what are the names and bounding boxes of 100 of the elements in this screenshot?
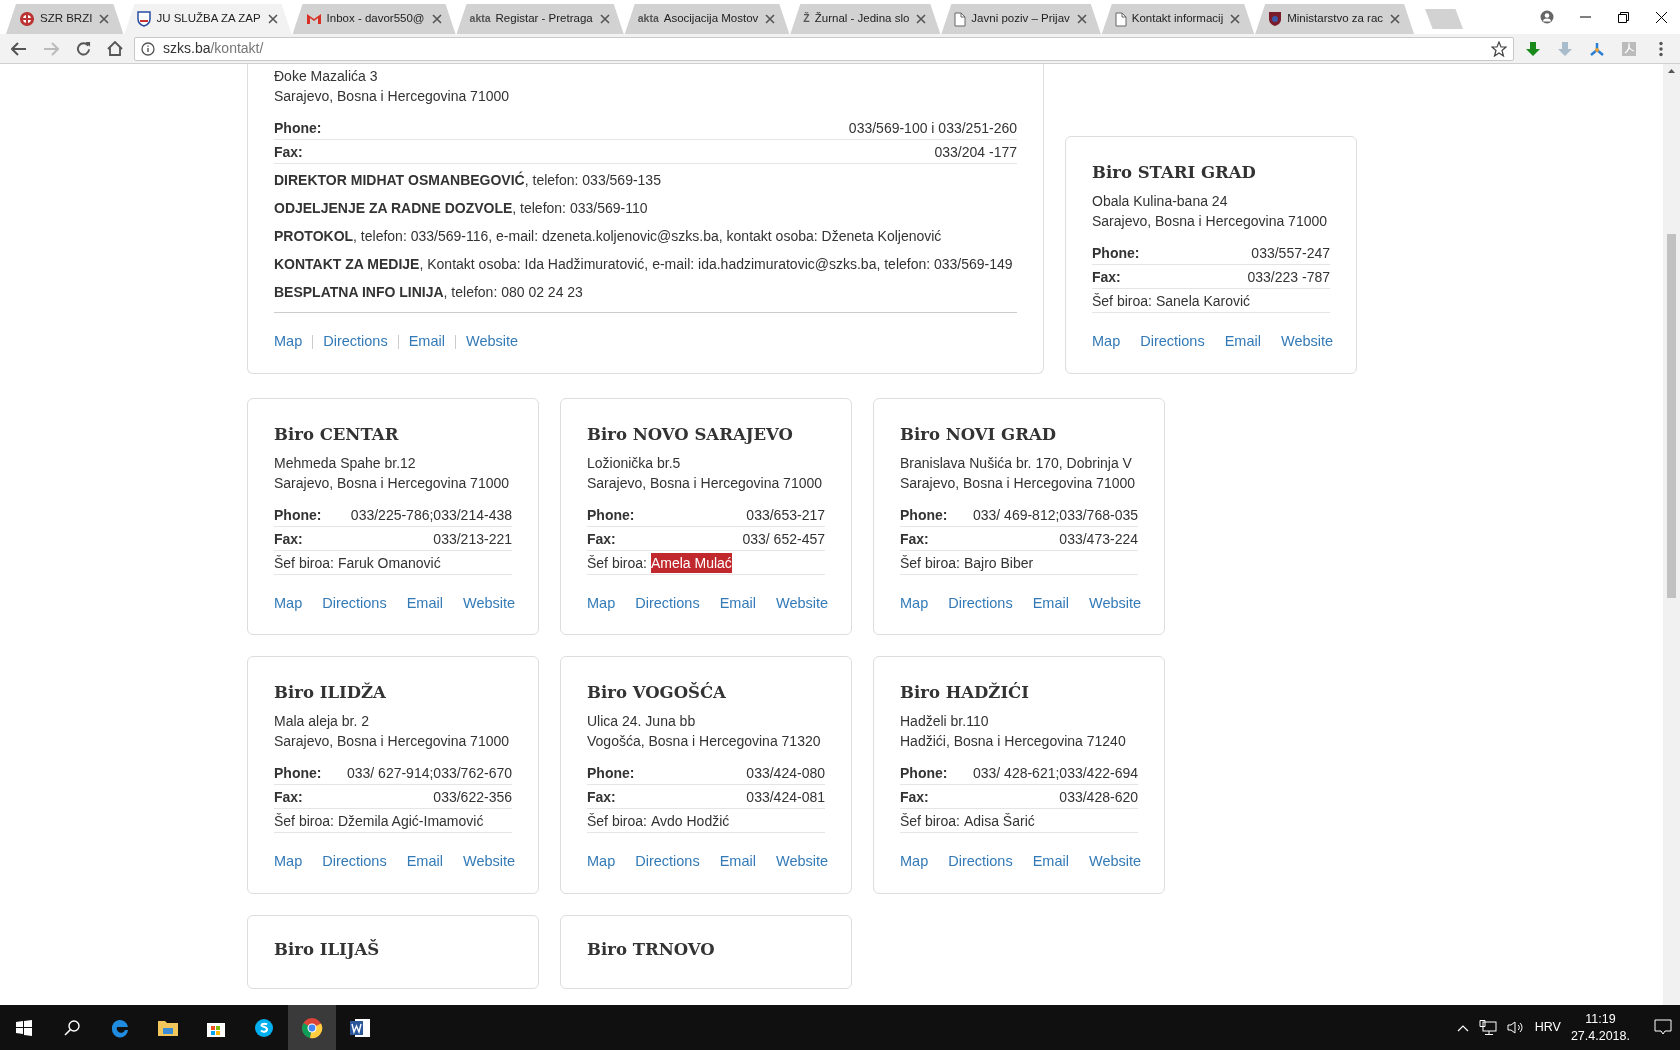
favicon-letters: akta xyxy=(637,11,659,27)
manager-label: Šef biroa: xyxy=(587,812,647,832)
browser-tab[interactable]: akta Registar - Pretraga xyxy=(456,4,624,34)
chrome-icon[interactable] xyxy=(288,1005,336,1050)
address-line: Sarajevo, Bosna i Hercegovina 71000 xyxy=(900,473,1137,493)
browser-tab[interactable]: Inbox - davor550@ xyxy=(292,4,456,34)
emblem-icon xyxy=(19,11,35,27)
card-link[interactable]: Email xyxy=(1224,330,1261,353)
card-link[interactable]: Map xyxy=(587,851,616,873)
address-line: Sarajevo, Bosna i Hercegovina 71000 xyxy=(274,87,511,106)
windows-logo-icon[interactable] xyxy=(16,1019,32,1036)
restore-icon[interactable] xyxy=(1617,11,1629,23)
card-link[interactable]: Website xyxy=(462,851,516,873)
fax-number: 033/ 652-457 xyxy=(742,529,825,549)
card-link[interactable]: Map xyxy=(587,592,616,615)
card-link[interactable]: Email xyxy=(719,592,756,615)
manager-label: Šef biroa: xyxy=(1092,291,1152,311)
card-link[interactable]: Email xyxy=(1032,592,1069,615)
chevron-up-icon[interactable] xyxy=(1456,1023,1469,1032)
card-link[interactable]: Map xyxy=(274,331,303,353)
office-title: Biro CENTAR xyxy=(274,424,400,445)
manager-name: Adisa Šarić xyxy=(963,812,1035,832)
card-link[interactable]: Directions xyxy=(635,592,700,615)
card-link[interactable]: Directions xyxy=(948,592,1013,615)
close-icon[interactable] xyxy=(265,12,280,26)
card-link[interactable]: Email xyxy=(719,851,756,873)
contact-note: PROTOKOL, telefon: 033/569-116, e-mail: dzeneta.koljenovic@szks.ba, kontakt osoba: Dženeta Koljenović xyxy=(274,227,943,246)
card-link[interactable]: Website xyxy=(1088,592,1142,615)
info-icon[interactable] xyxy=(141,41,155,56)
card-link[interactable]: Map xyxy=(274,592,303,615)
address-line: Mehmeda Spahe br.12 xyxy=(274,453,417,473)
address-line: Vogošća, Bosna i Hercegovina 71320 xyxy=(587,732,822,752)
favicon-letters: Ž xyxy=(803,11,810,27)
fax-label: Fax: xyxy=(900,529,929,549)
fax-number: 033/473-224 xyxy=(1059,529,1138,549)
mail-icon xyxy=(305,13,322,25)
browser-tab[interactable]: Ž Žurnal - Jedina slo xyxy=(790,4,941,34)
card-link[interactable]: Website xyxy=(1088,851,1142,873)
phone-number: 033/ 469-812;033/768-035 xyxy=(972,505,1138,525)
card-link[interactable]: Map xyxy=(1092,330,1121,353)
scroll-thumb[interactable] xyxy=(1667,234,1676,598)
browser-tab[interactable]: Javni poziv – Prijav xyxy=(941,4,1101,34)
notification-icon[interactable] xyxy=(1654,1019,1672,1036)
minimize-icon[interactable] xyxy=(1579,16,1591,18)
browser-tab[interactable]: Kontakt informacij xyxy=(1101,4,1255,34)
browser-tab[interactable]: akta Asocijacija Mostov xyxy=(624,4,790,34)
card-link[interactable]: Directions xyxy=(635,851,700,873)
card-link[interactable]: Website xyxy=(465,331,519,353)
card-link[interactable]: Directions xyxy=(322,851,387,873)
card-link[interactable]: Website xyxy=(775,851,829,873)
contact-note: BESPLATNA INFO LINIJA, telefon: 080 02 24 23 xyxy=(274,283,584,302)
card-link[interactable]: Email xyxy=(408,331,445,353)
browser-tab[interactable]: JU SLUŽBA ZA ZAP xyxy=(124,4,292,34)
manager-name: Faruk Omanović xyxy=(337,553,441,573)
card-link[interactable]: Website xyxy=(462,592,516,615)
card-link[interactable]: Directions xyxy=(322,592,387,615)
language-indicator[interactable]: HRV xyxy=(1534,1018,1561,1037)
clock[interactable]: 11:19 27.4.2018. xyxy=(1570,1010,1630,1045)
bookmark-star-icon[interactable] xyxy=(1491,40,1507,57)
card-link[interactable]: Map xyxy=(274,851,303,873)
profile-icon[interactable] xyxy=(1540,10,1554,24)
manager-label: Šef biroa: xyxy=(900,553,960,573)
card-link[interactable]: Directions xyxy=(323,331,388,353)
network-icon[interactable] xyxy=(1478,1020,1497,1035)
office-title: Biro ILIDŽA xyxy=(274,683,387,704)
scrollbar[interactable] xyxy=(1663,64,1680,1005)
office-title: Biro NOVI GRAD xyxy=(900,424,1057,445)
card-link[interactable]: Map xyxy=(900,851,929,873)
page-icon xyxy=(954,11,967,27)
card-link[interactable]: Website xyxy=(775,592,829,615)
shield-icon xyxy=(137,11,152,27)
manager-label: Šef biroa: xyxy=(274,553,334,573)
back-icon[interactable] xyxy=(11,41,27,56)
fax-number: 033/213-221 xyxy=(433,529,512,549)
card-link[interactable]: Directions xyxy=(1140,330,1205,353)
reload-icon[interactable] xyxy=(75,41,91,56)
card-link[interactable]: Website xyxy=(1280,330,1334,353)
contact-note: KONTAKT ZA MEDIJE, Kontakt osoba: Ida Hadžimuratović, e-mail: ida.hadzimuratovic@szks.ba, telefon: 033/569-149 xyxy=(274,255,1014,274)
phone-label: Phone: xyxy=(274,505,322,525)
browser-tab[interactable]: Ministarstvo za rac xyxy=(1255,4,1415,34)
card-link[interactable]: Email xyxy=(406,592,443,615)
card-link[interactable]: Email xyxy=(406,851,443,873)
favicon-letters: akta xyxy=(469,11,491,27)
volume-icon[interactable] xyxy=(1506,1020,1525,1035)
address-line: Đoke Mazalića 3 xyxy=(274,67,379,86)
card-link[interactable]: Map xyxy=(900,592,929,615)
home-icon[interactable] xyxy=(107,41,123,56)
page-icon xyxy=(1114,11,1127,27)
card-link[interactable]: Email xyxy=(1032,851,1069,873)
address-line: Ložionička br.5 xyxy=(587,453,682,473)
address-line: Ulica 24. Juna bb xyxy=(587,712,697,732)
phone-label: Phone: xyxy=(1092,243,1140,263)
browser-tab[interactable]: SZR BRZI xyxy=(6,4,124,34)
fax-number: 033/622-356 xyxy=(433,788,512,808)
address-field[interactable]: szks.ba/kontakt/ xyxy=(134,36,1514,61)
card-link[interactable]: Directions xyxy=(948,851,1013,873)
fax-number: 033/204 -177 xyxy=(934,143,1017,162)
close-icon[interactable] xyxy=(1655,11,1667,23)
fax-label: Fax: xyxy=(274,143,303,162)
fax-label: Fax: xyxy=(900,788,929,808)
